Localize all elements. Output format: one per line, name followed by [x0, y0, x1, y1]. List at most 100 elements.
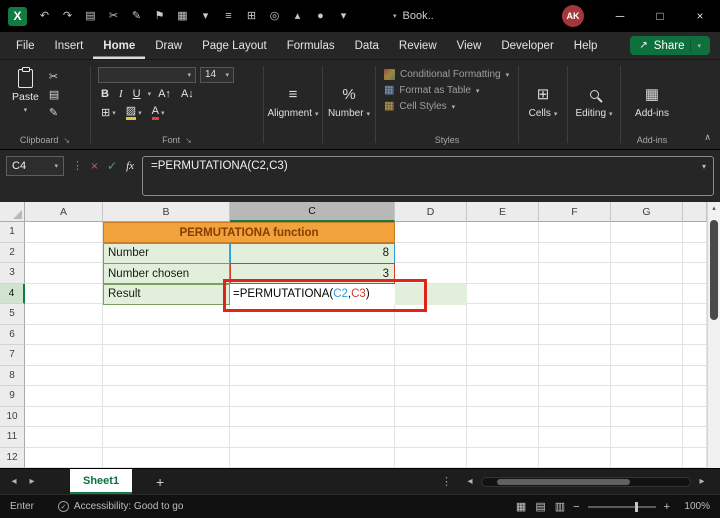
- cell-F7[interactable]: [539, 345, 611, 366]
- row-header-5[interactable]: 5: [0, 304, 25, 325]
- vertical-scroll-thumb[interactable]: [710, 220, 718, 320]
- ribbon-tab-help[interactable]: Help: [564, 32, 608, 59]
- cell-A8[interactable]: [25, 365, 103, 386]
- flag-icon[interactable]: ⚑: [148, 0, 171, 32]
- select-all-corner[interactable]: [0, 202, 25, 222]
- cell-G6[interactable]: [611, 324, 683, 345]
- horizontal-scroll-track[interactable]: [481, 476, 691, 487]
- ribbon-tab-data[interactable]: Data: [345, 32, 389, 59]
- cell-F10[interactable]: [539, 406, 611, 427]
- undo-icon[interactable]: ↶: [33, 0, 56, 32]
- cell-C6[interactable]: [230, 324, 395, 345]
- cell-B1-merged-title[interactable]: PERMUTATIONA function: [103, 222, 395, 243]
- paste-dropdown-icon[interactable]: ▾: [24, 106, 28, 114]
- shrink-font-button[interactable]: A↓: [178, 88, 197, 100]
- cell-F3[interactable]: [539, 263, 611, 284]
- fill-color-button[interactable]: ▨ ▾: [123, 105, 145, 120]
- minimize-button[interactable]: ─: [600, 0, 640, 32]
- cell-F9[interactable]: [539, 386, 611, 407]
- row-header-10[interactable]: 10: [0, 406, 25, 427]
- cell-G5[interactable]: [611, 304, 683, 325]
- row-header-12[interactable]: 12: [0, 447, 25, 468]
- cell-F4[interactable]: [539, 283, 611, 304]
- cell-B3[interactable]: Number chosen: [103, 263, 230, 284]
- close-button[interactable]: ×: [680, 0, 720, 32]
- cell-x6[interactable]: [683, 324, 707, 345]
- cell-F8[interactable]: [539, 365, 611, 386]
- underline-button[interactable]: U: [130, 88, 144, 100]
- scroll-up-icon[interactable]: ▴: [708, 202, 720, 215]
- page-break-view-icon[interactable]: ▥: [555, 500, 565, 513]
- font-name-select[interactable]: ▾: [98, 66, 196, 83]
- row-header-9[interactable]: 9: [0, 386, 25, 407]
- cell-A7[interactable]: [25, 345, 103, 366]
- cell-x2[interactable]: [683, 242, 707, 263]
- cell-G10[interactable]: [611, 406, 683, 427]
- cut-icon[interactable]: ✂: [102, 0, 125, 32]
- cut-button[interactable]: ✂: [49, 70, 59, 83]
- cell-E6[interactable]: [467, 324, 539, 345]
- cell-styles-button[interactable]: ▦ Cell Styles ▾: [384, 101, 510, 113]
- vertical-scrollbar[interactable]: ▴: [707, 202, 720, 468]
- cell-E9[interactable]: [467, 386, 539, 407]
- cell-D7[interactable]: [395, 345, 467, 366]
- insert-function-button[interactable]: fx: [126, 160, 134, 172]
- cell-D10[interactable]: [395, 406, 467, 427]
- column-header-E[interactable]: E: [467, 202, 539, 222]
- zoom-slider[interactable]: [587, 501, 656, 512]
- chart-icon[interactable]: ▴: [286, 0, 309, 32]
- ribbon-tab-home[interactable]: Home: [93, 32, 145, 59]
- format-painter-button[interactable]: ✎: [49, 106, 59, 119]
- cell-C10[interactable]: [230, 406, 395, 427]
- cell-A2[interactable]: [25, 242, 103, 263]
- cell-A10[interactable]: [25, 406, 103, 427]
- page-layout-view-icon[interactable]: ▤: [535, 500, 545, 513]
- cell-A6[interactable]: [25, 324, 103, 345]
- cell-F2[interactable]: [539, 242, 611, 263]
- clipboard-dialog-launcher-icon[interactable]: ↘: [63, 136, 70, 145]
- cell-C11[interactable]: [230, 427, 395, 448]
- name-box-dropdown-icon[interactable]: ▾: [54, 162, 58, 170]
- cell-B4[interactable]: Result: [103, 283, 230, 305]
- maximize-button[interactable]: □: [640, 0, 680, 32]
- cell-C12[interactable]: [230, 447, 395, 468]
- cell-F11[interactable]: [539, 427, 611, 448]
- cell-x12[interactable]: [683, 447, 707, 468]
- expand-formula-bar-icon[interactable]: ▾: [702, 162, 706, 171]
- cell-E1[interactable]: [467, 222, 539, 243]
- cell-C2[interactable]: 8: [230, 242, 395, 264]
- cell-G4[interactable]: [611, 283, 683, 304]
- horizontal-scroll-thumb[interactable]: [496, 478, 630, 485]
- alignment-group-button[interactable]: ≡ Alignment ▾: [264, 60, 322, 149]
- zoom-level[interactable]: 100%: [678, 501, 710, 512]
- copy-icon[interactable]: ▤: [79, 0, 102, 32]
- row-header-11[interactable]: 11: [0, 427, 25, 448]
- collapse-ribbon-button[interactable]: ∧: [704, 132, 711, 143]
- cell-A4[interactable]: [25, 283, 103, 304]
- sheet-nav-left-icon[interactable]: ◂: [6, 476, 22, 487]
- row-header-8[interactable]: 8: [0, 365, 25, 386]
- column-header-C[interactable]: C: [230, 202, 395, 222]
- scroll-right-icon[interactable]: ▸: [694, 476, 710, 487]
- redo-icon[interactable]: ↷: [56, 0, 79, 32]
- cell-A12[interactable]: [25, 447, 103, 468]
- copy-button[interactable]: ▤: [49, 88, 59, 101]
- column-header-G[interactable]: G: [611, 202, 683, 222]
- cell-F6[interactable]: [539, 324, 611, 345]
- more-options-icon[interactable]: ⋮: [441, 475, 452, 488]
- cell-x7[interactable]: [683, 345, 707, 366]
- cell-D12[interactable]: [395, 447, 467, 468]
- ribbon-tab-developer[interactable]: Developer: [491, 32, 563, 59]
- format-as-table-button[interactable]: ▦ Format as Table ▾: [384, 85, 510, 97]
- cell-G3[interactable]: [611, 263, 683, 284]
- ribbon-tab-formulas[interactable]: Formulas: [277, 32, 345, 59]
- paste-button[interactable]: Paste ▾: [12, 65, 39, 119]
- cell-C9[interactable]: [230, 386, 395, 407]
- row-header-4[interactable]: 4: [0, 283, 25, 304]
- cell-G7[interactable]: [611, 345, 683, 366]
- cell-B5[interactable]: [103, 304, 230, 325]
- zoom-slider-thumb[interactable]: [635, 501, 639, 512]
- cell-E11[interactable]: [467, 427, 539, 448]
- underline-dropdown-icon[interactable]: ▾: [148, 90, 152, 98]
- cell-x11[interactable]: [683, 427, 707, 448]
